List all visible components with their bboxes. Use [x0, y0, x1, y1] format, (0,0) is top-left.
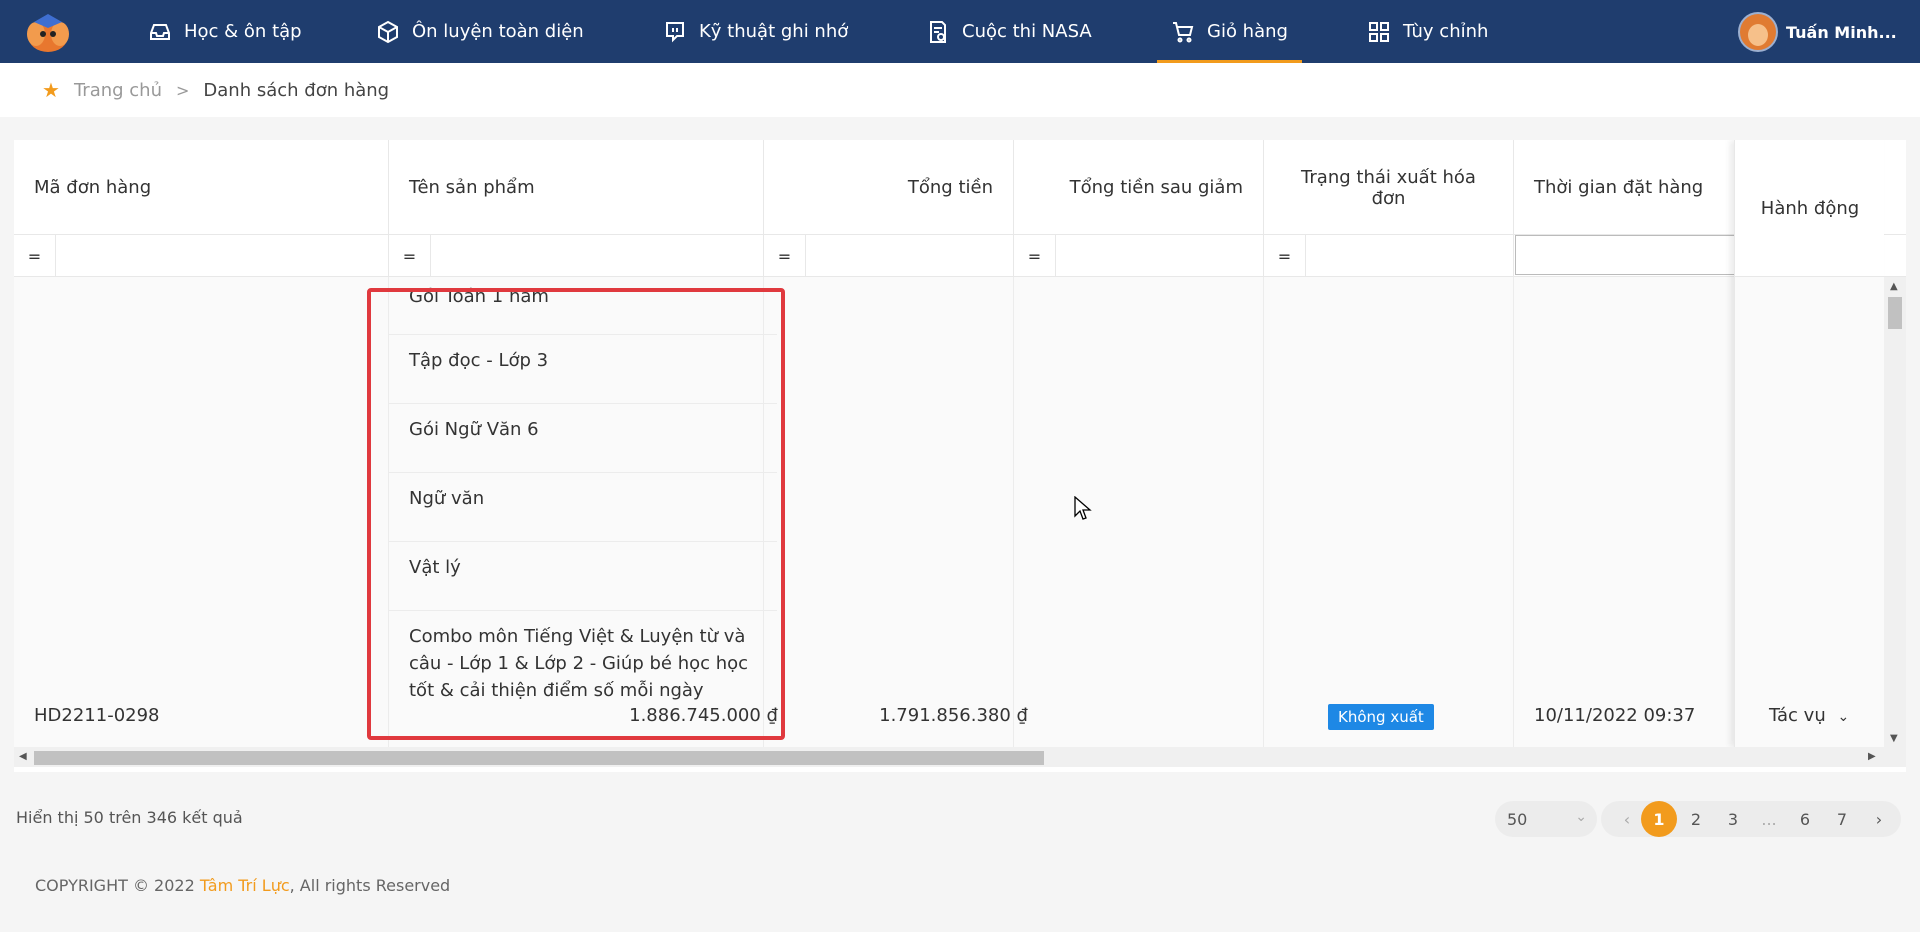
vertical-scrollbar[interactable]: ▲ ▼	[1884, 277, 1906, 747]
filter-product-name: =	[389, 235, 764, 277]
nav-item-practice[interactable]: Ôn luyện toàn diện	[376, 0, 584, 63]
column-header-order-id[interactable]: Mã đơn hàng	[14, 140, 389, 235]
filter-operator[interactable]: =	[1014, 235, 1056, 277]
inbox-icon	[150, 23, 170, 40]
chevron-down-icon: ⌄	[1837, 709, 1850, 725]
scroll-right-icon[interactable]: ▶	[1868, 751, 1876, 762]
page-button[interactable]: 7	[1824, 801, 1860, 837]
action-label: Tác vụ	[1769, 705, 1826, 726]
orders-table: Mã đơn hàng Tên sản phẩm Tổng tiền Tổng …	[14, 140, 1906, 772]
brand-link[interactable]: Tâm Trí Lực	[200, 876, 290, 895]
invoice-status-badge: Không xuất	[1328, 704, 1434, 730]
filter-total-after-discount-input[interactable]	[1056, 235, 1263, 277]
order-time: 10/11/2022 09:37	[1534, 705, 1696, 726]
column-header-action: Hành động	[1735, 140, 1885, 277]
scrollbar-thumb[interactable]	[34, 751, 1044, 765]
breadcrumb-current: Danh sách đơn hàng	[203, 79, 390, 101]
page-ellipsis[interactable]: ...	[1751, 801, 1787, 837]
column-header-order-time[interactable]: Thời gian đặt hàng	[1514, 140, 1764, 235]
nav-item-label: Học & ôn tập	[184, 21, 302, 42]
table-header: Mã đơn hàng Tên sản phẩm Tổng tiền Tổng …	[14, 140, 1906, 235]
column-divider	[1514, 277, 1764, 747]
action-cell: Tác vụ ⌄	[1735, 277, 1885, 747]
page-size-select[interactable]: 50 ⌄	[1495, 801, 1597, 837]
filter-operator[interactable]: =	[764, 235, 806, 277]
column-header-total[interactable]: Tổng tiền	[764, 140, 1014, 235]
filter-total-input[interactable]	[806, 235, 1013, 277]
action-column: Hành động Tác vụ ⌄	[1734, 140, 1885, 747]
avatar	[1738, 12, 1778, 52]
nav-item-label: Ôn luyện toàn diện	[412, 21, 584, 42]
nav-item-nasa[interactable]: Cuộc thi NASA	[926, 0, 1092, 63]
column-header-total-after-discount[interactable]: Tổng tiền sau giảm	[1014, 140, 1264, 235]
filter-operator[interactable]: =	[389, 235, 431, 277]
nav-item-label: Kỹ thuật ghi nhớ	[699, 21, 849, 42]
order-total-after-discount: 1.791.856.380 ₫	[879, 705, 1028, 726]
chat-icon	[666, 21, 684, 42]
column-divider	[764, 277, 1014, 747]
cube-icon	[378, 20, 398, 43]
nav-item-label: Tùy chỉnh	[1403, 21, 1489, 42]
scrollbar-thumb[interactable]	[1888, 297, 1902, 329]
prev-page-icon[interactable]: ‹	[1609, 801, 1645, 837]
filter-row: = = = = =	[14, 235, 1906, 277]
filter-order-id: =	[14, 235, 389, 277]
page-button[interactable]: 3	[1715, 801, 1751, 837]
nav-item-cart[interactable]: Giỏ hàng	[1157, 0, 1302, 63]
filter-total-after-discount: =	[1014, 235, 1264, 277]
filter-operator[interactable]: =	[14, 235, 56, 277]
result-count: Hiển thị 50 trên 346 kết quả	[16, 808, 243, 827]
copyright-suffix: , All rights Reserved	[289, 876, 451, 895]
grid-icon	[1369, 21, 1389, 42]
scroll-left-icon[interactable]: ◀	[19, 751, 27, 762]
product-highlight-box	[367, 288, 785, 740]
action-dropdown[interactable]: Tác vụ ⌄	[1769, 705, 1849, 726]
pagination: ‹ 1 2 3 ... 6 7 ›	[1601, 801, 1901, 837]
breadcrumb-separator: >	[176, 80, 190, 100]
page-button[interactable]: 6	[1787, 801, 1823, 837]
column-header-invoice-status[interactable]: Trạng thái xuất hóa đơn	[1264, 140, 1514, 235]
nav-item-learn[interactable]: Học & ôn tập	[148, 0, 302, 63]
scroll-up-icon[interactable]: ▲	[1890, 281, 1898, 292]
chevron-down-icon: ⌄	[1575, 809, 1587, 825]
document-icon	[930, 20, 946, 43]
cart-icon	[1173, 21, 1194, 42]
column-header-product-name[interactable]: Tên sản phẩm	[389, 140, 764, 235]
user-name: Tuấn Minh...	[1786, 22, 1897, 42]
scroll-down-icon[interactable]: ▼	[1890, 733, 1898, 744]
page-button[interactable]: 1	[1641, 801, 1677, 837]
star-icon: ★	[42, 78, 60, 102]
page-size-value: 50	[1507, 809, 1528, 829]
breadcrumb: ★ Trang chủ > Danh sách đơn hàng	[0, 63, 1920, 117]
column-divider	[14, 277, 389, 747]
nav-item-label: Giỏ hàng	[1207, 21, 1288, 42]
order-id: HD2211-0298	[34, 705, 160, 726]
nav-item-settings[interactable]: Tùy chỉnh	[1367, 0, 1488, 63]
logo-icon[interactable]	[24, 10, 72, 54]
filter-order-time-input[interactable]	[1515, 235, 1745, 275]
column-divider	[1264, 277, 1514, 747]
filter-total: =	[764, 235, 1014, 277]
filter-invoice-status: =	[1264, 235, 1514, 277]
nav-item-memory[interactable]: Kỹ thuật ghi nhớ	[663, 0, 848, 63]
filter-product-name-input[interactable]	[431, 235, 763, 277]
copyright-prefix: COPYRIGHT © 2022	[35, 876, 200, 895]
table-body: Gói Toán 1 năm Tập đọc - Lớp 3 Gói Ngữ V…	[14, 277, 1906, 747]
horizontal-scrollbar[interactable]: ◀ ▶	[14, 747, 1906, 767]
filter-invoice-status-input[interactable]	[1306, 235, 1513, 277]
user-menu[interactable]: Tuấn Minh...	[1738, 12, 1897, 52]
top-navbar: Học & ôn tập Ôn luyện toàn diện Kỹ thuật…	[0, 0, 1920, 63]
filter-operator[interactable]: =	[1264, 235, 1306, 277]
column-divider	[1014, 277, 1264, 747]
next-page-icon[interactable]: ›	[1861, 801, 1897, 837]
mouse-cursor-icon	[1074, 496, 1092, 520]
page-button[interactable]: 2	[1678, 801, 1714, 837]
filter-order-id-input[interactable]	[56, 235, 388, 277]
copyright: COPYRIGHT © 2022 Tâm Trí Lực, All rights…	[35, 876, 450, 895]
nav-item-label: Cuộc thi NASA	[962, 21, 1092, 42]
breadcrumb-home[interactable]: Trang chủ	[74, 80, 162, 101]
